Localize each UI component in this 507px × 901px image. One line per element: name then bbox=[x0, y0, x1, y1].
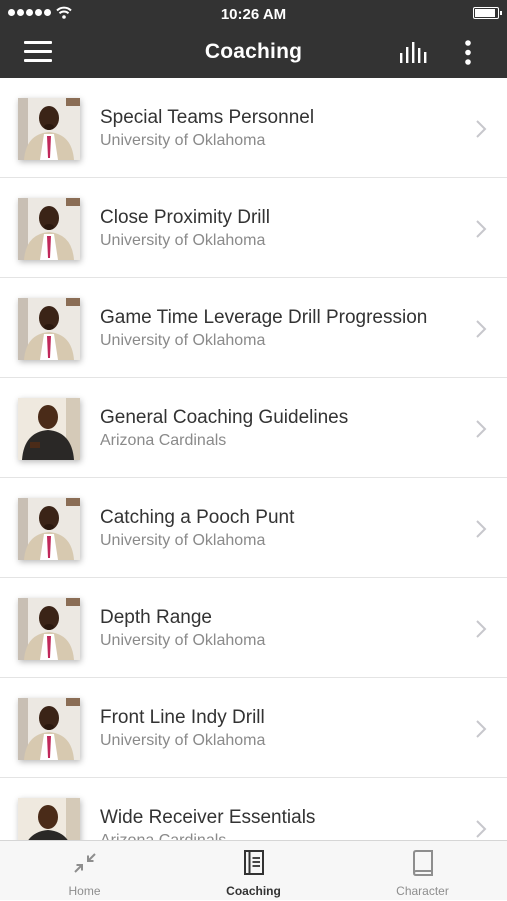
bar-chart-icon[interactable] bbox=[398, 39, 432, 65]
coach-thumbnail bbox=[18, 298, 80, 360]
list-item[interactable]: Wide Receiver Essentials Arizona Cardina… bbox=[0, 778, 507, 840]
coach-thumbnail bbox=[18, 698, 80, 760]
list-item[interactable]: Close Proximity Drill University of Okla… bbox=[0, 178, 507, 278]
item-subtitle: University of Oklahoma bbox=[100, 132, 266, 149]
item-subtitle: University of Oklahoma bbox=[100, 332, 266, 349]
coach-thumbnail bbox=[18, 598, 80, 660]
chevron-right-icon bbox=[476, 420, 487, 438]
list-item[interactable]: Special Teams Personnel University of Ok… bbox=[0, 78, 507, 178]
chevron-right-icon bbox=[476, 820, 487, 838]
tab-coaching[interactable]: Coaching bbox=[169, 841, 338, 901]
item-title: Close Proximity Drill bbox=[100, 207, 270, 228]
tab-bar: Home Coaching Character bbox=[0, 840, 507, 900]
item-title: Game Time Leverage Drill Progression bbox=[100, 307, 428, 328]
list-item[interactable]: Catching a Pooch Punt University of Okla… bbox=[0, 478, 507, 578]
list-item[interactable]: General Coaching Guidelines Arizona Card… bbox=[0, 378, 507, 478]
tab-character[interactable]: Character bbox=[338, 841, 507, 901]
status-bar: 10:26 AM bbox=[0, 0, 507, 26]
item-title: Wide Receiver Essentials bbox=[100, 807, 316, 828]
more-vertical-icon[interactable] bbox=[458, 38, 478, 68]
list-item[interactable]: Depth Range University of Oklahoma bbox=[0, 578, 507, 678]
item-subtitle: University of Oklahoma bbox=[100, 632, 266, 649]
item-title: Catching a Pooch Punt bbox=[100, 507, 295, 528]
chevron-right-icon bbox=[476, 720, 487, 738]
item-title: General Coaching Guidelines bbox=[100, 407, 349, 428]
coaching-list: Special Teams Personnel University of Ok… bbox=[0, 78, 507, 840]
coach-thumbnail bbox=[18, 98, 80, 160]
list-item[interactable]: Front Line Indy Drill University of Okla… bbox=[0, 678, 507, 778]
coach-thumbnail bbox=[18, 398, 80, 460]
item-subtitle: University of Oklahoma bbox=[100, 532, 266, 549]
book-icon bbox=[413, 850, 433, 876]
item-title: Depth Range bbox=[100, 607, 212, 628]
tab-label: Coaching bbox=[226, 884, 281, 898]
item-subtitle: University of Oklahoma bbox=[100, 732, 266, 749]
list-item[interactable]: Game Time Leverage Drill Progression Uni… bbox=[0, 278, 507, 378]
item-title: Special Teams Personnel bbox=[100, 107, 315, 128]
item-subtitle: Arizona Cardinals bbox=[100, 432, 227, 449]
coach-thumbnail bbox=[18, 498, 80, 560]
chevron-right-icon bbox=[476, 520, 487, 538]
chevron-right-icon bbox=[476, 120, 487, 138]
battery-icon bbox=[473, 7, 502, 19]
item-subtitle: University of Oklahoma bbox=[100, 232, 266, 249]
item-title: Front Line Indy Drill bbox=[100, 707, 265, 728]
tab-home[interactable]: Home bbox=[0, 841, 169, 901]
coach-thumbnail bbox=[18, 798, 80, 840]
coach-thumbnail bbox=[18, 198, 80, 260]
tab-label: Character bbox=[396, 884, 449, 898]
chevron-right-icon bbox=[476, 620, 487, 638]
item-subtitle: Arizona Cardinals bbox=[100, 832, 226, 840]
chevron-right-icon bbox=[476, 220, 487, 238]
chevron-right-icon bbox=[476, 320, 487, 338]
notebook-icon bbox=[244, 850, 264, 875]
status-time: 10:26 AM bbox=[220, 6, 287, 23]
tab-label: Home bbox=[68, 884, 101, 898]
app-bar: Coaching bbox=[0, 26, 507, 78]
collapse-arrows-icon bbox=[74, 853, 96, 873]
